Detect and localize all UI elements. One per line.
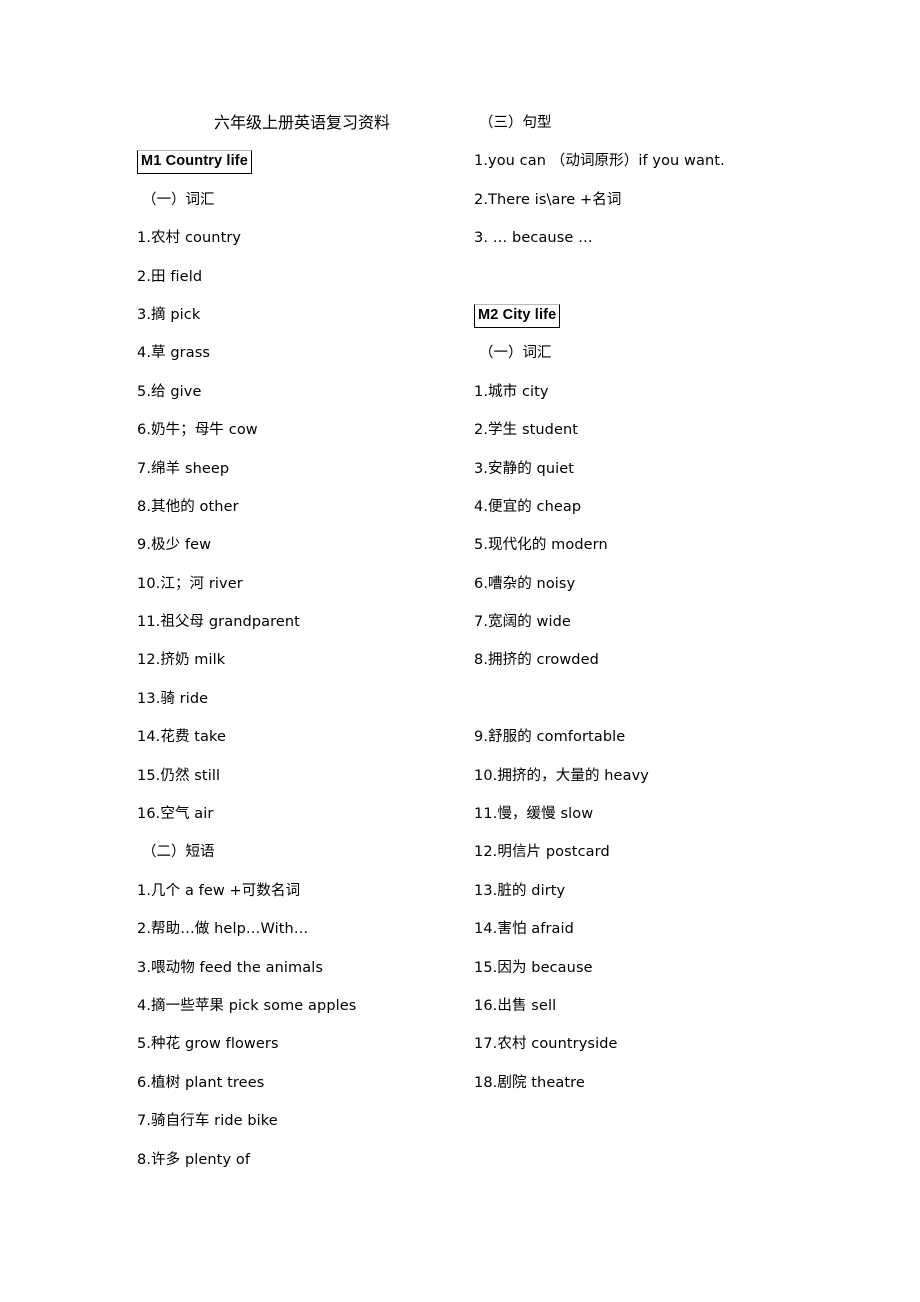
- vocab-item: 15.仍然 still: [137, 767, 221, 784]
- phrase-item: 2.帮助…做 help…With…: [137, 921, 309, 938]
- vocab-item: 5.现代化的 modern: [474, 537, 608, 554]
- vocab-item: 17.农村 countryside: [474, 1036, 618, 1053]
- sentence-item: 1.you can （动词原形）if you want.: [474, 153, 725, 170]
- sentence-item: 2.There is\are +名词: [474, 191, 622, 208]
- vocab-item: 4.草 grass: [137, 345, 211, 362]
- vocab-item: 8.其他的 other: [137, 498, 239, 515]
- vocab-item: 11.祖父母 grandparent: [137, 614, 300, 631]
- section-heading-sentences-m1: （三）句型: [479, 115, 552, 131]
- phrase-item: 7.骑自行车 ride bike: [137, 1113, 278, 1130]
- vocab-item: 7.绵羊 sheep: [137, 460, 230, 477]
- vocab-item: 1.城市 city: [474, 383, 549, 400]
- vocab-item: 16.出售 sell: [474, 997, 557, 1014]
- vocab-item: 13.骑 ride: [137, 690, 209, 707]
- title-line-spacer: [137, 104, 467, 142]
- vocab-gap-spacer: [474, 680, 804, 718]
- right-column: （三）句型 1.you can （动词原形）if you want. 2.The…: [474, 104, 804, 1102]
- vocab-item: 10.拥挤的，大量的 heavy: [474, 767, 649, 784]
- vocab-item: 10.江；河 river: [137, 575, 243, 592]
- module-heading-m1: M1 Country life: [137, 150, 252, 175]
- section-heading-vocab-m2: （一）词汇: [479, 345, 552, 362]
- module-heading-m2: M2 City life: [474, 303, 561, 328]
- phrase-item: 4.摘一些苹果 pick some apples: [137, 997, 357, 1014]
- section-heading-phrases-m1: （二）短语: [142, 844, 215, 861]
- vocab-item: 16.空气 air: [137, 806, 214, 823]
- vocab-item: 5.给 give: [137, 383, 202, 400]
- document-page: 六年级上册英语复习资料 M1 Country life （一）词汇 1.农村 c…: [0, 0, 920, 1302]
- phrase-item: 5.种花 grow flowers: [137, 1036, 279, 1053]
- section-heading-vocab-m1: （一）词汇: [142, 191, 215, 208]
- phrase-item: 8.许多 plenty of: [137, 1151, 251, 1168]
- vocab-item: 14.花费 take: [137, 729, 227, 746]
- vocab-item: 3.安静的 quiet: [474, 460, 575, 477]
- vocab-item: 12.明信片 postcard: [474, 844, 610, 861]
- phrase-item: 6.植树 plant trees: [137, 1074, 265, 1091]
- vocab-item: 6.嘈杂的 noisy: [474, 575, 576, 592]
- vocab-item: 15.因为 because: [474, 959, 593, 976]
- left-column: M1 Country life （一）词汇 1.农村 country 2.田 f…: [137, 104, 467, 1179]
- module-heading-m1-row: M1 Country life: [137, 142, 467, 180]
- vocab-item: 2.田 field: [137, 268, 203, 285]
- vocab-item: 2.学生 student: [474, 422, 579, 439]
- vocab-item: 6.奶牛；母牛 cow: [137, 422, 258, 439]
- vocab-item: 4.便宜的 cheap: [474, 498, 582, 515]
- vocab-item: 8.拥挤的 crowded: [474, 652, 599, 669]
- phrase-item: 1.几个 a few +可数名词: [137, 882, 301, 899]
- phrase-item: 3.喂动物 feed the animals: [137, 959, 324, 976]
- vocab-item: 14.害怕 afraid: [474, 921, 574, 938]
- vocab-item: 11.慢，缓慢 slow: [474, 806, 594, 823]
- vocab-item: 9.极少 few: [137, 537, 212, 554]
- vocab-item: 1.农村 country: [137, 230, 242, 247]
- vocab-item: 7.宽阔的 wide: [474, 614, 571, 631]
- vocab-item: 13.脏的 dirty: [474, 882, 566, 899]
- vocab-item: 12.挤奶 milk: [137, 652, 226, 669]
- sentence-item: 3. … because …: [474, 230, 593, 247]
- module-heading-m2-row: M2 City life: [474, 296, 804, 334]
- vocab-item: 3.摘 pick: [137, 306, 201, 323]
- vocab-item: 9.舒服的 comfortable: [474, 729, 626, 746]
- vocab-item: 18.剧院 theatre: [474, 1074, 585, 1091]
- section-gap-spacer: [474, 258, 804, 296]
